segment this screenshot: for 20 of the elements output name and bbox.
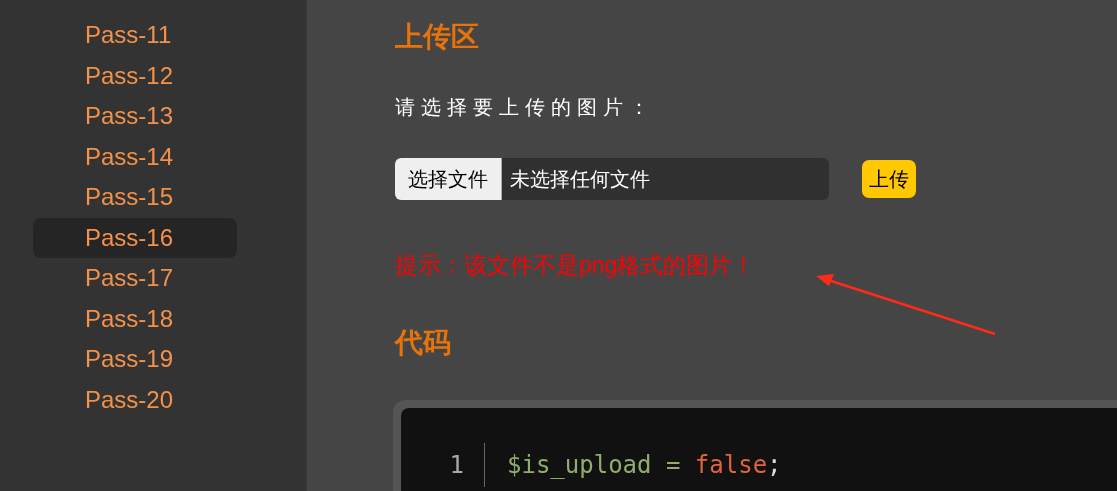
choose-file-button[interactable]: 选择文件	[395, 157, 502, 200]
sidebar-item[interactable]: Pass-17	[33, 258, 237, 299]
code-line: $is_upload = false;	[506, 449, 782, 481]
upload-button[interactable]: 上传	[862, 159, 916, 198]
sidebar-item[interactable]: Pass-14	[33, 136, 237, 177]
sidebar-item[interactable]: Pass-13	[33, 96, 237, 137]
sidebar-item[interactable]: Pass-18	[33, 298, 237, 339]
file-input[interactable]: 选择文件 未选择任何文件	[395, 157, 829, 200]
sidebar-item[interactable]: Pass-12	[33, 55, 237, 96]
sidebar-item[interactable]: Pass-16	[33, 217, 237, 258]
sidebar-item[interactable]: Pass-15	[33, 177, 237, 218]
upload-prompt: 请选择要上传的图片：	[395, 94, 656, 120]
sidebar-item[interactable]: Pass-19	[33, 339, 237, 380]
line-number: 1	[401, 442, 485, 487]
section-heading: 上传区	[395, 20, 480, 54]
file-status: 未选择任何文件	[509, 166, 650, 192]
sidebar-item[interactable]: Pass-11	[33, 15, 237, 56]
error-message: 提示：该文件不是png格式的图片！	[395, 250, 757, 280]
sidebar-item[interactable]: Pass-20	[33, 379, 237, 420]
section-heading: 代码	[395, 326, 452, 360]
